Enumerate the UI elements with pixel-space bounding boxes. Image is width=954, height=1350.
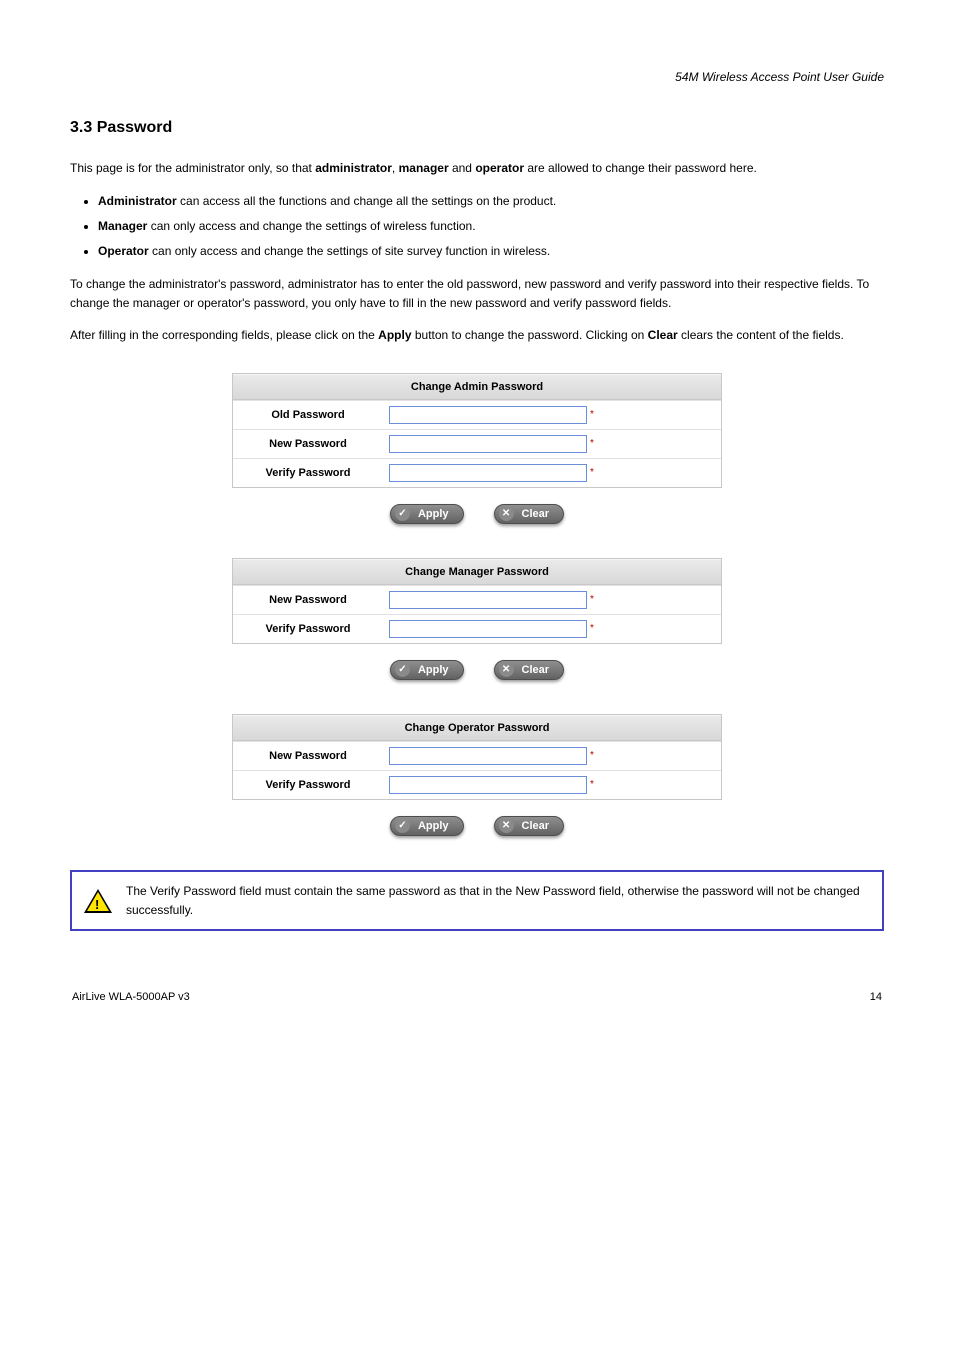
required-marker: * — [590, 467, 594, 478]
panel-header: Change Manager Password — [233, 559, 721, 585]
caution-box: ! The Verify Password field must contain… — [70, 870, 884, 931]
page-footer: AirLive WLA-5000AP v3 14 — [70, 991, 884, 1003]
form-row-old-password: Old Password * — [233, 400, 721, 429]
text-bold: Manager — [98, 219, 147, 233]
check-icon: ✓ — [395, 818, 410, 833]
intro-paragraph-1: This page is for the administrator only,… — [70, 159, 884, 178]
field-label: Verify Password — [233, 772, 383, 798]
form-row-new-password: New Password * — [233, 741, 721, 770]
clear-button[interactable]: ✕ Clear — [494, 660, 565, 680]
text-bold: administrator — [315, 161, 392, 175]
list-item: Operator can only access and change the … — [98, 242, 884, 261]
required-marker: * — [590, 594, 594, 605]
list-item: Manager can only access and change the s… — [98, 217, 884, 236]
operator-button-row: ✓ Apply ✕ Clear — [70, 816, 884, 836]
form-row-verify-password: Verify Password * — [233, 770, 721, 799]
required-marker: * — [590, 779, 594, 790]
clear-button[interactable]: ✕ Clear — [494, 504, 565, 524]
section-heading-password: 3.3 Password — [70, 119, 884, 137]
form-row-new-password: New Password * — [233, 429, 721, 458]
field-label: New Password — [233, 431, 383, 457]
clear-button[interactable]: ✕ Clear — [494, 816, 565, 836]
text: can only access and change the settings … — [149, 244, 551, 258]
required-marker: * — [590, 750, 594, 761]
operator-password-panel: Change Operator Password New Password * … — [232, 714, 722, 800]
panel-header: Change Admin Password — [233, 374, 721, 400]
form-row-new-password: New Password * — [233, 585, 721, 614]
button-label: Clear — [522, 820, 550, 832]
old-password-input[interactable] — [389, 406, 587, 424]
field-label: Verify Password — [233, 616, 383, 642]
caution-icon: ! — [84, 889, 112, 913]
caution-text: The Verify Password field must contain t… — [126, 882, 870, 919]
text: After filling in the corresponding field… — [70, 328, 378, 342]
text-bold: Apply — [378, 328, 411, 342]
text: and — [449, 161, 476, 175]
close-icon: ✕ — [499, 506, 514, 521]
field-label: New Password — [233, 743, 383, 769]
panel-header: Change Operator Password — [233, 715, 721, 741]
field-cell: * — [383, 401, 721, 429]
field-cell: * — [383, 430, 721, 458]
intro-paragraph-2: To change the administrator's password, … — [70, 275, 884, 312]
field-cell: * — [383, 742, 721, 770]
text-bold: manager — [399, 161, 449, 175]
close-icon: ✕ — [499, 662, 514, 677]
field-cell: * — [383, 459, 721, 487]
verify-password-input[interactable] — [389, 620, 587, 638]
text: can access all the functions and change … — [177, 194, 557, 208]
form-row-verify-password: Verify Password * — [233, 458, 721, 487]
apply-button[interactable]: ✓ Apply — [390, 816, 464, 836]
field-cell: * — [383, 615, 721, 643]
admin-password-panel: Change Admin Password Old Password * New… — [232, 373, 722, 488]
text: This page is for the administrator only,… — [70, 161, 315, 175]
verify-password-input[interactable] — [389, 776, 587, 794]
apply-button[interactable]: ✓ Apply — [390, 660, 464, 680]
list-item: Administrator can access all the functio… — [98, 192, 884, 211]
text-bold: Operator — [98, 244, 149, 258]
new-password-input[interactable] — [389, 435, 587, 453]
verify-password-input[interactable] — [389, 464, 587, 482]
button-label: Clear — [522, 664, 550, 676]
field-cell: * — [383, 771, 721, 799]
manager-button-row: ✓ Apply ✕ Clear — [70, 660, 884, 680]
manager-password-panel: Change Manager Password New Password * V… — [232, 558, 722, 644]
button-label: Clear — [522, 508, 550, 520]
required-marker: * — [590, 409, 594, 420]
check-icon: ✓ — [395, 506, 410, 521]
text: are allowed to change their password her… — [524, 161, 757, 175]
text-bold: Administrator — [98, 194, 177, 208]
text: can only access and change the settings … — [147, 219, 475, 233]
footer-company: AirLive WLA-5000AP v3 — [72, 991, 190, 1003]
text: clears the content of the fields. — [678, 328, 844, 342]
new-password-input[interactable] — [389, 747, 587, 765]
field-label: Verify Password — [233, 460, 383, 486]
role-list: Administrator can access all the functio… — [98, 192, 884, 262]
text-bold: Clear — [648, 328, 678, 342]
form-row-verify-password: Verify Password * — [233, 614, 721, 643]
field-cell: * — [383, 586, 721, 614]
text: button to change the password. Clicking … — [412, 328, 648, 342]
intro-paragraph-3: After filling in the corresponding field… — [70, 326, 884, 345]
close-icon: ✕ — [499, 818, 514, 833]
text-bold: operator — [475, 161, 524, 175]
required-marker: * — [590, 438, 594, 449]
text: , — [392, 161, 399, 175]
doc-header-title: 54M Wireless Access Point User Guide — [70, 70, 884, 84]
button-label: Apply — [418, 664, 449, 676]
footer-page-number: 14 — [870, 991, 882, 1003]
field-label: Old Password — [233, 402, 383, 428]
admin-button-row: ✓ Apply ✕ Clear — [70, 504, 884, 524]
check-icon: ✓ — [395, 662, 410, 677]
field-label: New Password — [233, 587, 383, 613]
button-label: Apply — [418, 820, 449, 832]
new-password-input[interactable] — [389, 591, 587, 609]
button-label: Apply — [418, 508, 449, 520]
apply-button[interactable]: ✓ Apply — [390, 504, 464, 524]
required-marker: * — [590, 623, 594, 634]
